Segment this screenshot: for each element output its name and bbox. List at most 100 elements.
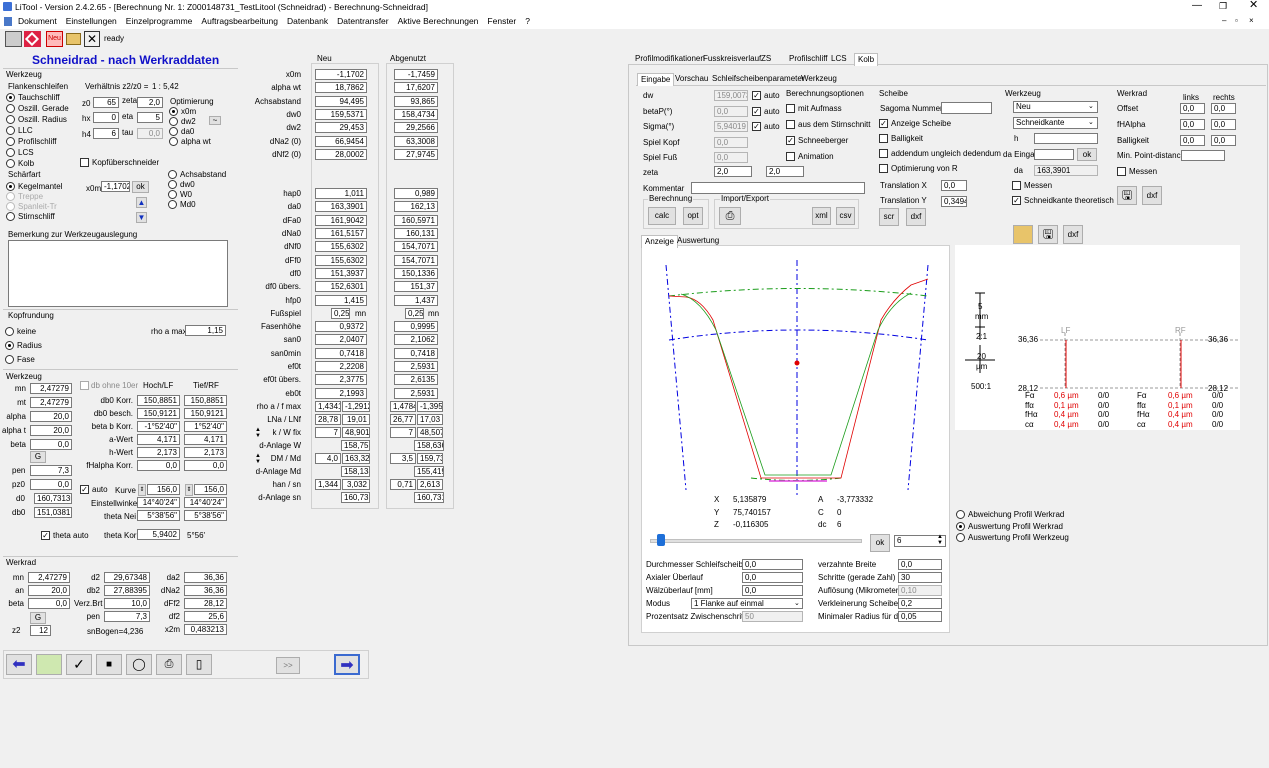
mode-radio-5[interactable] [6, 148, 15, 157]
kw-spin[interactable]: ▲ ▼ [255, 427, 261, 439]
csv-button[interactable]: csv [836, 207, 855, 225]
bot-input-2[interactable]: 0,0 [742, 585, 803, 596]
wmidr-b-1[interactable]: 150,9121 [184, 408, 227, 419]
eing-auto-chk-1[interactable]: ✓ [752, 106, 761, 116]
wmid-input-2[interactable]: 20,0 [30, 411, 72, 422]
wz-ok-button[interactable]: ok [1077, 148, 1097, 161]
menu-item-4[interactable]: Datenbank [287, 16, 328, 26]
right-tab-4[interactable]: LCS [828, 53, 850, 65]
anim-ok-button[interactable]: ok [870, 534, 890, 552]
thetakorr-input[interactable]: 5,9402 [137, 529, 180, 540]
opt-radio-2[interactable] [169, 127, 178, 136]
tx-input[interactable]: 0,0 [941, 180, 967, 191]
mode-radio-6[interactable] [6, 159, 15, 168]
mdi-restore[interactable]: ▫ [1235, 16, 1238, 26]
wr2-input-2[interactable]: 10,0 [104, 598, 150, 609]
pen-input[interactable]: 7,3 [30, 465, 72, 476]
wz-messen-checkbox[interactable] [1012, 181, 1021, 190]
achs-radio-2[interactable] [168, 190, 177, 199]
wr2-input-3[interactable]: 7,3 [104, 611, 150, 622]
recycle-button[interactable]: ◯ [126, 654, 152, 675]
thetanei-1[interactable]: 5°38'56" [137, 510, 180, 521]
wz-dxf-button[interactable]: dxf [1063, 225, 1083, 244]
kopfr-radio-0[interactable] [5, 327, 14, 336]
tau-input[interactable]: 0,0 [137, 128, 163, 139]
x0m-ok-button[interactable]: ok [132, 181, 149, 193]
kurve-spin-2[interactable]: ⇕ [185, 484, 193, 496]
bot2-input-4[interactable]: 0,05 [898, 611, 942, 622]
einstell-1[interactable]: 14°40'24" [137, 497, 180, 508]
sagoma-input[interactable] [941, 102, 992, 114]
pz0-input[interactable]: 0,0 [30, 479, 72, 490]
kopfr-radio-1[interactable] [5, 341, 14, 350]
eing-auto-chk-2[interactable]: ✓ [752, 122, 761, 131]
schaerf-radio-2[interactable] [6, 202, 15, 211]
modus-select[interactable]: 1 Flanke auf einmal [691, 598, 803, 609]
opt-radio-0[interactable] [169, 107, 178, 116]
mdi-close[interactable]: × [1249, 16, 1254, 26]
z0-input[interactable]: 65 [93, 97, 119, 108]
kurve-input-1[interactable]: 156,0 [147, 484, 180, 495]
wz-da-input[interactable]: 163,3901 [1034, 165, 1098, 176]
right-tab-5[interactable]: Kolb [854, 53, 879, 66]
print-button[interactable]: ⎙ [156, 654, 182, 675]
einstell-2[interactable]: 14°40'24" [184, 497, 227, 508]
opt-radio-3[interactable] [169, 137, 178, 146]
wr3-input-1[interactable]: 36,36 [184, 585, 227, 596]
wz-daeing-input[interactable] [1034, 149, 1074, 160]
anzeige-tab-0[interactable]: Anzeige [641, 235, 678, 248]
anim-spin-arrows[interactable]: ▲ ▼ [937, 534, 943, 546]
close-icon[interactable]: ✕ [84, 31, 100, 47]
slider-thumb[interactable] [657, 534, 665, 546]
close-button[interactable]: ✕ [1249, 0, 1258, 11]
forward-small-button[interactable]: >> [276, 657, 300, 674]
dm-spin[interactable]: ▲ ▼ [255, 453, 261, 465]
right-tab-2[interactable]: ZS [758, 53, 774, 65]
wmid-input-3[interactable]: 20,0 [30, 425, 72, 436]
achs-radio-0[interactable] [168, 170, 177, 179]
z2-input[interactable]: 12 [30, 625, 51, 636]
wz-schneid-checkbox[interactable]: ✓ [1012, 196, 1021, 205]
db-ohne-checkbox[interactable] [80, 381, 89, 390]
wr3-input-0[interactable]: 36,36 [184, 572, 227, 583]
thetanei-2[interactable]: 5°38'56" [184, 510, 227, 521]
achs-radio-3[interactable] [168, 200, 177, 209]
right-tab-1[interactable]: Fusskreisverlauf [700, 53, 764, 65]
zeta-input[interactable]: 2,0 [137, 97, 163, 108]
schaerf-radio-3[interactable] [6, 212, 15, 221]
eta-input[interactable]: 5 [137, 112, 163, 123]
wmidr-a-0[interactable]: 150,8851 [137, 395, 180, 406]
printer-button[interactable]: ⎙ [719, 207, 741, 225]
subtab-0[interactable]: Eingabe [637, 73, 675, 86]
mode-radio-0[interactable] [6, 93, 15, 102]
werkrad-g-button[interactable]: G [30, 612, 46, 624]
anz-scheibe-checkbox[interactable]: ✓ [879, 119, 888, 128]
bopt-chk-3[interactable] [786, 152, 795, 161]
arrow-down-button[interactable]: ▼ [136, 212, 147, 223]
zeta-right-2[interactable]: 2,0 [766, 166, 804, 177]
bopt-chk-1[interactable] [786, 120, 795, 129]
mdi-minimize[interactable]: – [1222, 16, 1226, 26]
kopfr-radio-2[interactable] [5, 355, 14, 364]
bot2-input-3[interactable]: 0,2 [898, 598, 942, 609]
save-disk-button[interactable]: ■ [96, 654, 122, 675]
right-tab-3[interactable]: Profilschliff [786, 53, 831, 65]
bot2-input-1[interactable]: 30 [898, 572, 942, 583]
schaerf-radio-0[interactable] [6, 182, 15, 191]
eval-radio-2[interactable] [956, 533, 965, 542]
wmidr-b-5[interactable]: 0,0 [184, 460, 227, 471]
wrr-l-1[interactable]: 0,0 [1180, 119, 1205, 130]
mode-radio-4[interactable] [6, 137, 15, 146]
wmidr-b-4[interactable]: 2,173 [184, 447, 227, 458]
scr-button[interactable]: scr [879, 208, 899, 226]
wmid-input-1[interactable]: 2,47279 [30, 397, 72, 408]
scheibe-dxf-button[interactable]: dxf [906, 208, 926, 226]
theta-auto-checkbox[interactable]: ✓ [41, 531, 50, 540]
wz-save-button[interactable]: 🖫 [1038, 225, 1058, 244]
wmidr-b-2[interactable]: 1°52'40" [184, 421, 227, 432]
optr-checkbox[interactable] [879, 164, 888, 173]
menu-item-3[interactable]: Auftragsbearbeitung [201, 16, 278, 26]
x0m-input[interactable]: -1,1702 [101, 181, 130, 192]
eing-input-2[interactable]: 5,94019 [714, 121, 748, 132]
wr1-input-2[interactable]: 0,0 [28, 598, 70, 609]
